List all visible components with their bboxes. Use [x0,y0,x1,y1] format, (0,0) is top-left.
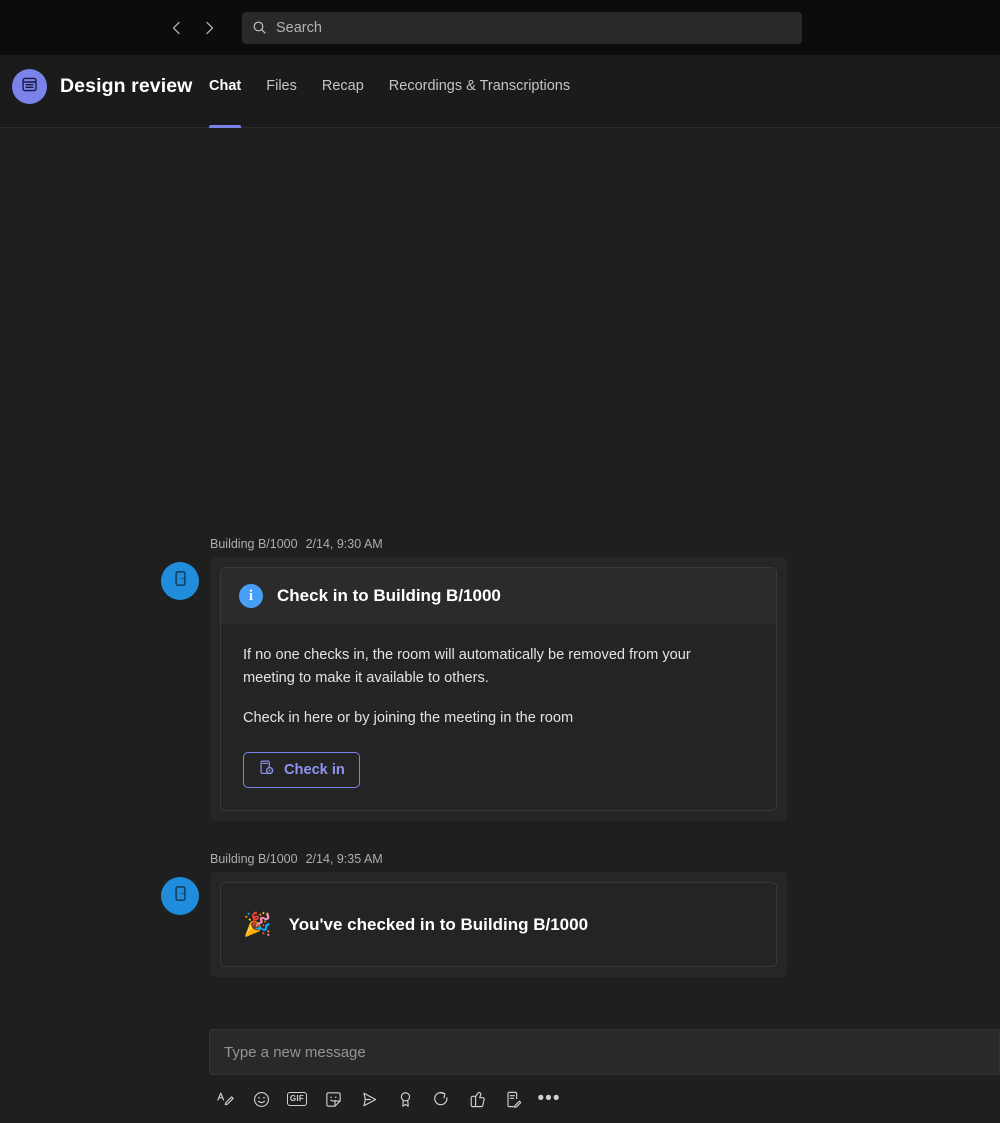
format-text-icon [216,1090,235,1109]
message-group-checkin-prompt: Building B/1000 2/14, 9:30 AM i Check in … [0,537,1000,821]
title-bar [0,0,1000,55]
message-bubble: i Check in to Building B/1000 If no one … [210,557,787,821]
notes-button[interactable] [497,1083,529,1115]
chevron-left-icon [169,20,185,36]
tab-recordings-transcriptions[interactable]: Recordings & Transcriptions [389,74,570,128]
message-sender: Building B/1000 [210,537,298,551]
message-sender: Building B/1000 [210,852,298,866]
gif-button[interactable]: GIF [281,1083,313,1115]
tab-files[interactable]: Files [266,74,297,128]
more-options-button[interactable]: ••• [533,1083,565,1115]
message-input[interactable] [224,1043,985,1061]
tab-recap[interactable]: Recap [322,74,364,128]
message-meta: Building B/1000 2/14, 9:35 AM [210,852,1000,866]
gif-icon: GIF [286,1092,308,1106]
card-title: Check in to Building B/1000 [277,586,501,605]
praise-ribbon-icon [396,1090,415,1109]
room-door-icon [171,569,190,593]
info-icon: i [239,584,263,608]
card-paragraph-2: Check in here or by joining the meeting … [243,710,574,727]
emoji-icon [252,1090,271,1109]
checkin-card: i Check in to Building B/1000 If no one … [220,567,777,811]
page-title: Design review [60,75,193,97]
send-plane-icon [360,1090,379,1109]
card-header: i Check in to Building B/1000 [221,568,776,624]
approvals-button[interactable] [461,1083,493,1115]
message-meta: Building B/1000 2/14, 9:30 AM [210,537,1000,551]
search-input[interactable] [276,11,792,44]
message-input-wrapper[interactable] [209,1029,1000,1075]
send-button[interactable] [353,1083,385,1115]
message-timestamp: 2/14, 9:30 AM [305,537,383,551]
forward-button[interactable] [193,12,225,44]
checkin-confirmation-card: 🎉 You've checked in to Building B/1000 [220,882,777,967]
more-options-icon: ••• [537,1088,561,1109]
search-bar[interactable] [242,11,802,44]
praise-button[interactable] [389,1083,421,1115]
meeting-calendar-icon [20,75,39,99]
message-timestamp: 2/14, 9:35 AM [305,852,383,866]
chat-message-list[interactable]: Building B/1000 2/14, 9:30 AM i Check in … [0,129,1000,1029]
avatar [161,877,199,915]
approvals-icon [468,1090,487,1109]
compose-toolbar: GIF ••• [209,1083,1000,1115]
avatar [161,562,199,600]
party-popper-icon: 🎉 [243,911,272,937]
format-button[interactable] [209,1083,241,1115]
loop-icon [432,1090,451,1109]
check-in-button-label: Check in [284,761,345,778]
meeting-avatar [12,69,47,104]
card-body: If no one checks in, the room will autom… [221,624,776,810]
room-door-icon [171,884,190,908]
notes-icon [504,1090,523,1109]
compose-area: GIF [209,1029,1000,1123]
message-group-checkin-confirmation: Building B/1000 2/14, 9:35 AM 🎉 You've ch… [0,852,1000,977]
chevron-right-icon [201,20,217,36]
message-bubble: 🎉 You've checked in to Building B/1000 [210,872,787,977]
emoji-button[interactable] [245,1083,277,1115]
back-button[interactable] [161,12,193,44]
tab-bar: Chat Files Recap Recordings & Transcript… [209,74,595,128]
sticker-button[interactable] [317,1083,349,1115]
sticker-icon [324,1090,343,1109]
check-in-button[interactable]: Check in [243,751,360,788]
meeting-header: Design review Chat Files Recap Recording… [0,55,1000,128]
loop-button[interactable] [425,1083,457,1115]
tab-chat[interactable]: Chat [209,74,242,128]
room-checkin-icon [258,759,275,780]
confirmation-text: You've checked in to Building B/1000 [288,914,589,934]
card-paragraph-1: If no one checks in, the room will autom… [243,647,691,686]
search-icon [252,20,267,35]
